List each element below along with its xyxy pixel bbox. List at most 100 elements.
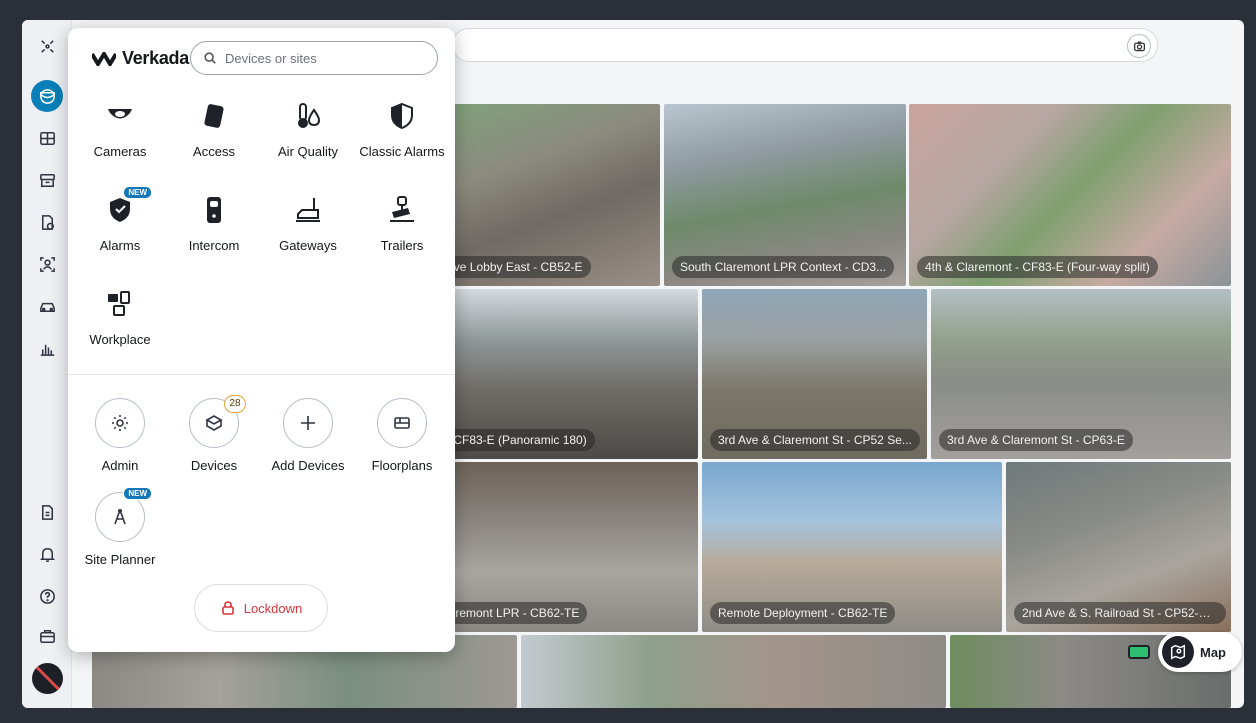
- map-label: Map: [1200, 644, 1226, 660]
- app-alarms[interactable]: NEW Alarms: [70, 186, 170, 253]
- app-cameras[interactable]: Cameras: [70, 96, 170, 159]
- logo-text: Verkada: [122, 48, 189, 68]
- lockdown-label: Lockdown: [243, 600, 303, 616]
- feed-label: laremont LPR - CB62-TE: [438, 602, 588, 624]
- floorplan-icon: [394, 417, 410, 429]
- app-access[interactable]: Access: [164, 96, 264, 159]
- box-icon: [205, 415, 223, 431]
- camera-feed-tile[interactable]: Remote Deployment - CB62-TE: [702, 462, 1002, 632]
- tool-label: Add Devices: [271, 458, 345, 473]
- app-label: Trailers: [380, 238, 424, 253]
- tool-label: Site Planner: [84, 552, 156, 567]
- app-intercom[interactable]: Intercom: [164, 190, 264, 253]
- app-window: Ave Lobby East - CB52-E South Claremont …: [22, 20, 1244, 708]
- access-icon[interactable]: [31, 122, 63, 154]
- app-label: Intercom: [188, 238, 240, 253]
- feed-label: 3rd Ave & Claremont St - CP63-E: [939, 429, 1133, 451]
- camera-feed-tile[interactable]: 3rd Ave & Claremont St - CP63-E: [931, 289, 1231, 459]
- feed-label: Remote Deployment - CB62-TE: [710, 602, 896, 624]
- app-label: Gateways: [279, 238, 337, 253]
- vehicles-icon[interactable]: [31, 290, 63, 322]
- cameras-icon: [100, 96, 140, 136]
- camera-feed-tile[interactable]: 2nd Ave & S. Railroad St - CP52-E ...: [1006, 462, 1231, 632]
- camera-feed-tile[interactable]: 4th & Claremont - CF83-E (Four-way split…: [909, 104, 1231, 286]
- app-trailers[interactable]: Trailers: [352, 190, 452, 253]
- camera-feed-tile[interactable]: - CF83-E (Panoramic 180): [430, 289, 698, 459]
- command-icon[interactable]: [31, 30, 63, 62]
- camera-feed-tile[interactable]: 3rd Ave & Claremont St - CP52 Se...: [702, 289, 927, 459]
- admin-button[interactable]: [95, 398, 145, 448]
- camera-feed-tile[interactable]: laremont LPR - CB62-TE: [430, 462, 698, 632]
- cameras-icon[interactable]: [31, 80, 63, 112]
- feed-label: 3rd Ave & Claremont St - CP52 Se...: [710, 429, 920, 451]
- gateway-icon: [288, 190, 328, 230]
- app-label: Alarms: [99, 238, 141, 253]
- app-label: Air Quality: [278, 144, 338, 159]
- lockdown-button[interactable]: Lockdown: [194, 584, 328, 632]
- devices-icon[interactable]: [31, 206, 63, 238]
- feed-label: Ave Lobby East - CB52-E: [438, 256, 591, 278]
- devices-count-badge: 28: [224, 395, 246, 413]
- trailer-icon: [382, 190, 422, 230]
- gear-icon: [112, 415, 128, 431]
- tool-label: Floorplans: [371, 458, 433, 473]
- notifications-icon[interactable]: [31, 538, 63, 570]
- verkada-logo-icon: [92, 51, 116, 66]
- access-card-icon: [194, 96, 234, 136]
- app-gateways[interactable]: Gateways: [258, 190, 358, 253]
- tool-floorplans[interactable]: Floorplans: [352, 398, 452, 473]
- feed-label: 2nd Ave & S. Railroad St - CP52-E ...: [1014, 602, 1226, 624]
- add-devices-button[interactable]: [283, 398, 333, 448]
- divider: [68, 374, 455, 375]
- analytics-icon[interactable]: [31, 332, 63, 364]
- app-label: Classic Alarms: [359, 144, 445, 159]
- camera-feed-tile[interactable]: Ave Lobby East - CB52-E: [430, 104, 660, 286]
- app-classic-alarms[interactable]: Classic Alarms: [352, 96, 452, 159]
- workplace-icon: [100, 284, 140, 324]
- new-badge: NEW: [123, 186, 152, 199]
- tool-label: Admin: [101, 458, 139, 473]
- map-button[interactable]: Map: [1158, 632, 1242, 672]
- people-icon[interactable]: [31, 248, 63, 280]
- search-input[interactable]: [225, 50, 415, 66]
- avatar[interactable]: [32, 663, 63, 694]
- reports-icon[interactable]: [31, 496, 63, 528]
- new-badge: NEW: [123, 487, 152, 500]
- app-label: Workplace: [89, 332, 151, 347]
- alarms-icon[interactable]: [31, 164, 63, 196]
- tool-devices[interactable]: 28 Devices: [164, 395, 264, 473]
- floorplans-button[interactable]: [377, 398, 427, 448]
- devices-button[interactable]: 28: [189, 395, 246, 448]
- help-icon[interactable]: [31, 580, 63, 612]
- camera-feed-tile[interactable]: South Claremont LPR Context - CD3...: [664, 104, 906, 286]
- thermometer-drop-icon: [288, 96, 328, 136]
- app-workplace[interactable]: Workplace: [70, 284, 170, 347]
- tool-admin[interactable]: Admin: [70, 398, 170, 473]
- feed-label: - CF83-E (Panoramic 180): [438, 429, 595, 451]
- app-label: Access: [193, 144, 235, 159]
- devices-search[interactable]: [190, 41, 438, 75]
- app-launcher-panel: Verkada Cameras Access Air Quality: [68, 28, 455, 652]
- lock-icon: [221, 601, 234, 615]
- intercom-icon: [194, 190, 234, 230]
- camera-icon: [1133, 40, 1145, 51]
- plus-icon: [301, 416, 315, 430]
- shield-icon: [382, 96, 422, 136]
- feed-label: 4th & Claremont - CF83-E (Four-way split…: [917, 256, 1158, 278]
- search-icon: [204, 52, 216, 64]
- camera-snapshot-button[interactable]: [1127, 34, 1151, 58]
- tool-site-planner[interactable]: NEW Site Planner: [70, 487, 170, 567]
- battery-icon: [1128, 645, 1150, 659]
- tool-add-devices[interactable]: Add Devices: [258, 398, 358, 473]
- camera-feed-tile[interactable]: [521, 635, 946, 708]
- tool-label: Devices: [190, 458, 238, 473]
- left-nav-rail: [22, 20, 72, 708]
- site-planner-button[interactable]: NEW: [95, 487, 152, 542]
- global-search-bar[interactable]: [452, 28, 1158, 62]
- admin-icon[interactable]: [31, 620, 63, 652]
- app-air-quality[interactable]: Air Quality: [258, 96, 358, 159]
- feed-label: South Claremont LPR Context - CD3...: [672, 256, 895, 278]
- compass-icon: [114, 508, 126, 525]
- alarm-shield-icon: NEW: [100, 186, 152, 230]
- logo: Verkada: [92, 48, 189, 69]
